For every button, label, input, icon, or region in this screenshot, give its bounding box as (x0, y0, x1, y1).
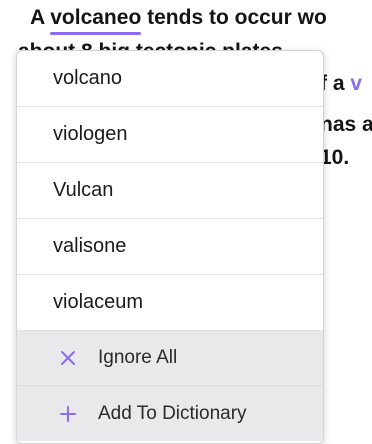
document-line-5: 10. (320, 145, 349, 171)
suggestion-volcano[interactable]: volcano (17, 51, 323, 107)
suggestion-label: volcano (53, 67, 122, 89)
document-line-1: A volcaneo tends to occur wo (30, 5, 327, 35)
document-line-3: f a v (320, 71, 362, 97)
document-line-5-text: 10. (320, 146, 350, 169)
suggestion-valisone[interactable]: valisone (17, 219, 323, 275)
spellcheck-suggestion-popup: volcano viologen Vulcan valisone violace… (16, 50, 324, 444)
suggestion-viologen[interactable]: viologen (17, 107, 323, 163)
suggestion-label: viologen (53, 123, 128, 145)
document-line-1-post: tends to occur wo (141, 6, 327, 29)
document-line-3-text: f a (320, 72, 351, 95)
misspelled-word[interactable]: volcaneo (50, 5, 142, 35)
suggestion-label: Vulcan (53, 179, 114, 201)
document-line-4: nas a (320, 112, 372, 138)
close-icon (57, 350, 79, 366)
suggestion-violaceum[interactable]: violaceum (17, 275, 323, 331)
plus-icon (57, 405, 79, 422)
suggestion-label: valisone (53, 235, 127, 257)
document-line-1-pre: A (30, 6, 51, 29)
ignore-all-label: Ignore All (98, 347, 178, 368)
document-line-3-highlight: v (350, 72, 363, 95)
add-to-dictionary-button[interactable]: Add To Dictionary (17, 386, 323, 441)
ignore-all-button[interactable]: Ignore All (17, 331, 323, 386)
add-to-dictionary-label: Add To Dictionary (98, 402, 247, 424)
suggestion-vulcan[interactable]: Vulcan (17, 163, 323, 219)
suggestion-label: violaceum (53, 291, 144, 313)
document-line-4-text: nas a (320, 113, 372, 136)
